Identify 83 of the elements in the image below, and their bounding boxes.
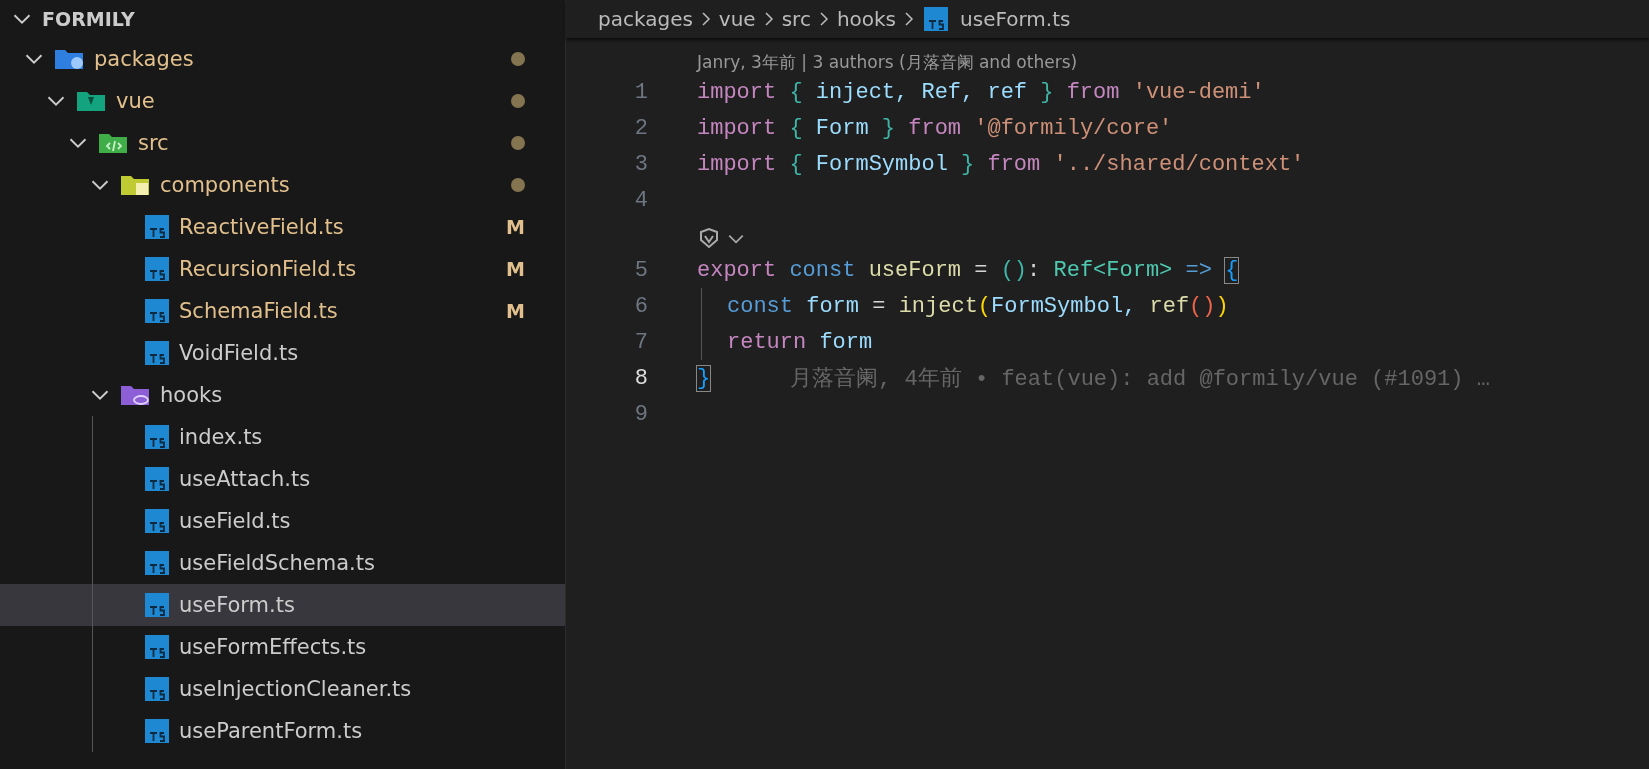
tree-item[interactable]: hooks	[0, 374, 565, 416]
file-name: useParentForm.ts	[179, 719, 364, 743]
line-number: 2	[633, 115, 648, 141]
tree-item[interactable]: ReactiveField.ts M	[0, 206, 565, 248]
explorer-title: FORMILY	[42, 8, 135, 30]
blame-annotation: 月落音阑, 4年前 • feat(vue): add @formily/vue (#1091) …	[790, 365, 1490, 393]
typescript-file-icon	[145, 677, 169, 701]
folder-name: vue	[116, 89, 156, 113]
chevron-right-icon	[904, 11, 915, 27]
file-name: SchemaField.ts	[179, 299, 339, 323]
folder-name: components	[160, 173, 291, 197]
chevron-right-icon	[700, 11, 711, 27]
folder-name: packages	[94, 47, 195, 71]
tree-item[interactable]: packages	[0, 38, 565, 80]
sparkle-icon[interactable]	[697, 226, 721, 250]
tree-item[interactable]: VoidField.ts	[0, 332, 565, 374]
line-number: 9	[633, 401, 648, 427]
folder-icon	[120, 173, 150, 197]
line-number: 8	[633, 365, 648, 391]
line-number: 1	[633, 79, 648, 105]
folder-icon	[120, 383, 150, 407]
tree-item[interactable]: useForm.ts	[0, 584, 565, 626]
folder-name: hooks	[160, 383, 224, 407]
line-number: 6	[633, 293, 648, 319]
line-number: 3	[633, 151, 648, 177]
tree-item[interactable]: SchemaField.ts M	[0, 290, 565, 332]
file-name: useFormEffects.ts	[179, 635, 368, 659]
file-name: useAttach.ts	[179, 467, 312, 491]
folder-name: src	[138, 131, 170, 155]
tree-item[interactable]: useFormEffects.ts	[0, 626, 565, 668]
file-name: RecursionField.ts	[179, 257, 358, 281]
code-line: const form = inject(FormSymbol, ref())	[727, 293, 1229, 319]
line-number: 4	[633, 187, 648, 213]
tree-item[interactable]: components	[0, 164, 565, 206]
typescript-file-icon	[145, 299, 169, 323]
typescript-file-icon	[145, 257, 169, 281]
line-number: 7	[633, 329, 648, 355]
file-name: useFieldSchema.ts	[179, 551, 376, 575]
tree-item[interactable]: index.ts	[0, 416, 565, 458]
tree-item[interactable]: vue	[0, 80, 565, 122]
file-name: useInjectionCleaner.ts	[179, 677, 413, 701]
folder-icon	[98, 131, 128, 155]
git-status-label: M	[506, 258, 525, 280]
codelens-text[interactable]: Janry, 3年前 | 3 authors (月落音阑 and others)	[697, 51, 1078, 74]
code-line: import { inject, Ref, ref } from 'vue-demi'	[697, 79, 1265, 105]
file-name: useField.ts	[179, 509, 292, 533]
line-number: 5	[633, 257, 648, 283]
breadcrumb-item[interactable]: hooks	[836, 7, 897, 31]
code-line: return form	[727, 329, 873, 355]
tree-item[interactable]: useAttach.ts	[0, 458, 565, 500]
tree-item[interactable]: useParentForm.ts	[0, 710, 565, 752]
tree-item[interactable]: RecursionField.ts M	[0, 248, 565, 290]
code-line: import { Form } from '@formily/core'	[697, 115, 1173, 141]
file-name: index.ts	[179, 425, 264, 449]
tree-item[interactable]: src	[0, 122, 565, 164]
typescript-file-icon	[145, 635, 169, 659]
breadcrumb-item[interactable]: src	[781, 7, 811, 31]
typescript-file-icon	[145, 425, 169, 449]
breadcrumb-item[interactable]: vue	[718, 7, 756, 31]
file-name: ReactiveField.ts	[179, 215, 345, 239]
typescript-file-icon	[145, 593, 169, 617]
typescript-file-icon	[924, 7, 949, 31]
code-line: export const useForm = (): Ref<Form> => {	[697, 257, 1239, 283]
breadcrumb-item[interactable]: packages	[598, 7, 693, 31]
typescript-file-icon	[145, 551, 169, 575]
git-status-label: M	[506, 216, 525, 238]
folder-icon	[76, 89, 106, 113]
typescript-file-icon	[145, 509, 169, 533]
file-name: VoidField.ts	[179, 341, 300, 365]
file-name: useForm.ts	[179, 593, 296, 617]
typescript-file-icon	[145, 719, 169, 743]
tree-item[interactable]: useInjectionCleaner.ts	[0, 668, 565, 710]
typescript-file-icon	[145, 215, 169, 239]
typescript-file-icon	[145, 341, 169, 365]
code-line: }	[697, 365, 711, 391]
code-line: import { FormSymbol } from '../shared/context'	[697, 151, 1305, 177]
breadcrumb-item[interactable]: useForm.ts	[960, 7, 1071, 31]
chevron-right-icon	[818, 11, 829, 27]
chevron-right-icon	[763, 11, 774, 27]
folder-icon	[54, 47, 84, 71]
typescript-file-icon	[145, 467, 169, 491]
git-status-label: M	[506, 300, 525, 322]
tree-item[interactable]: useField.ts	[0, 500, 565, 542]
